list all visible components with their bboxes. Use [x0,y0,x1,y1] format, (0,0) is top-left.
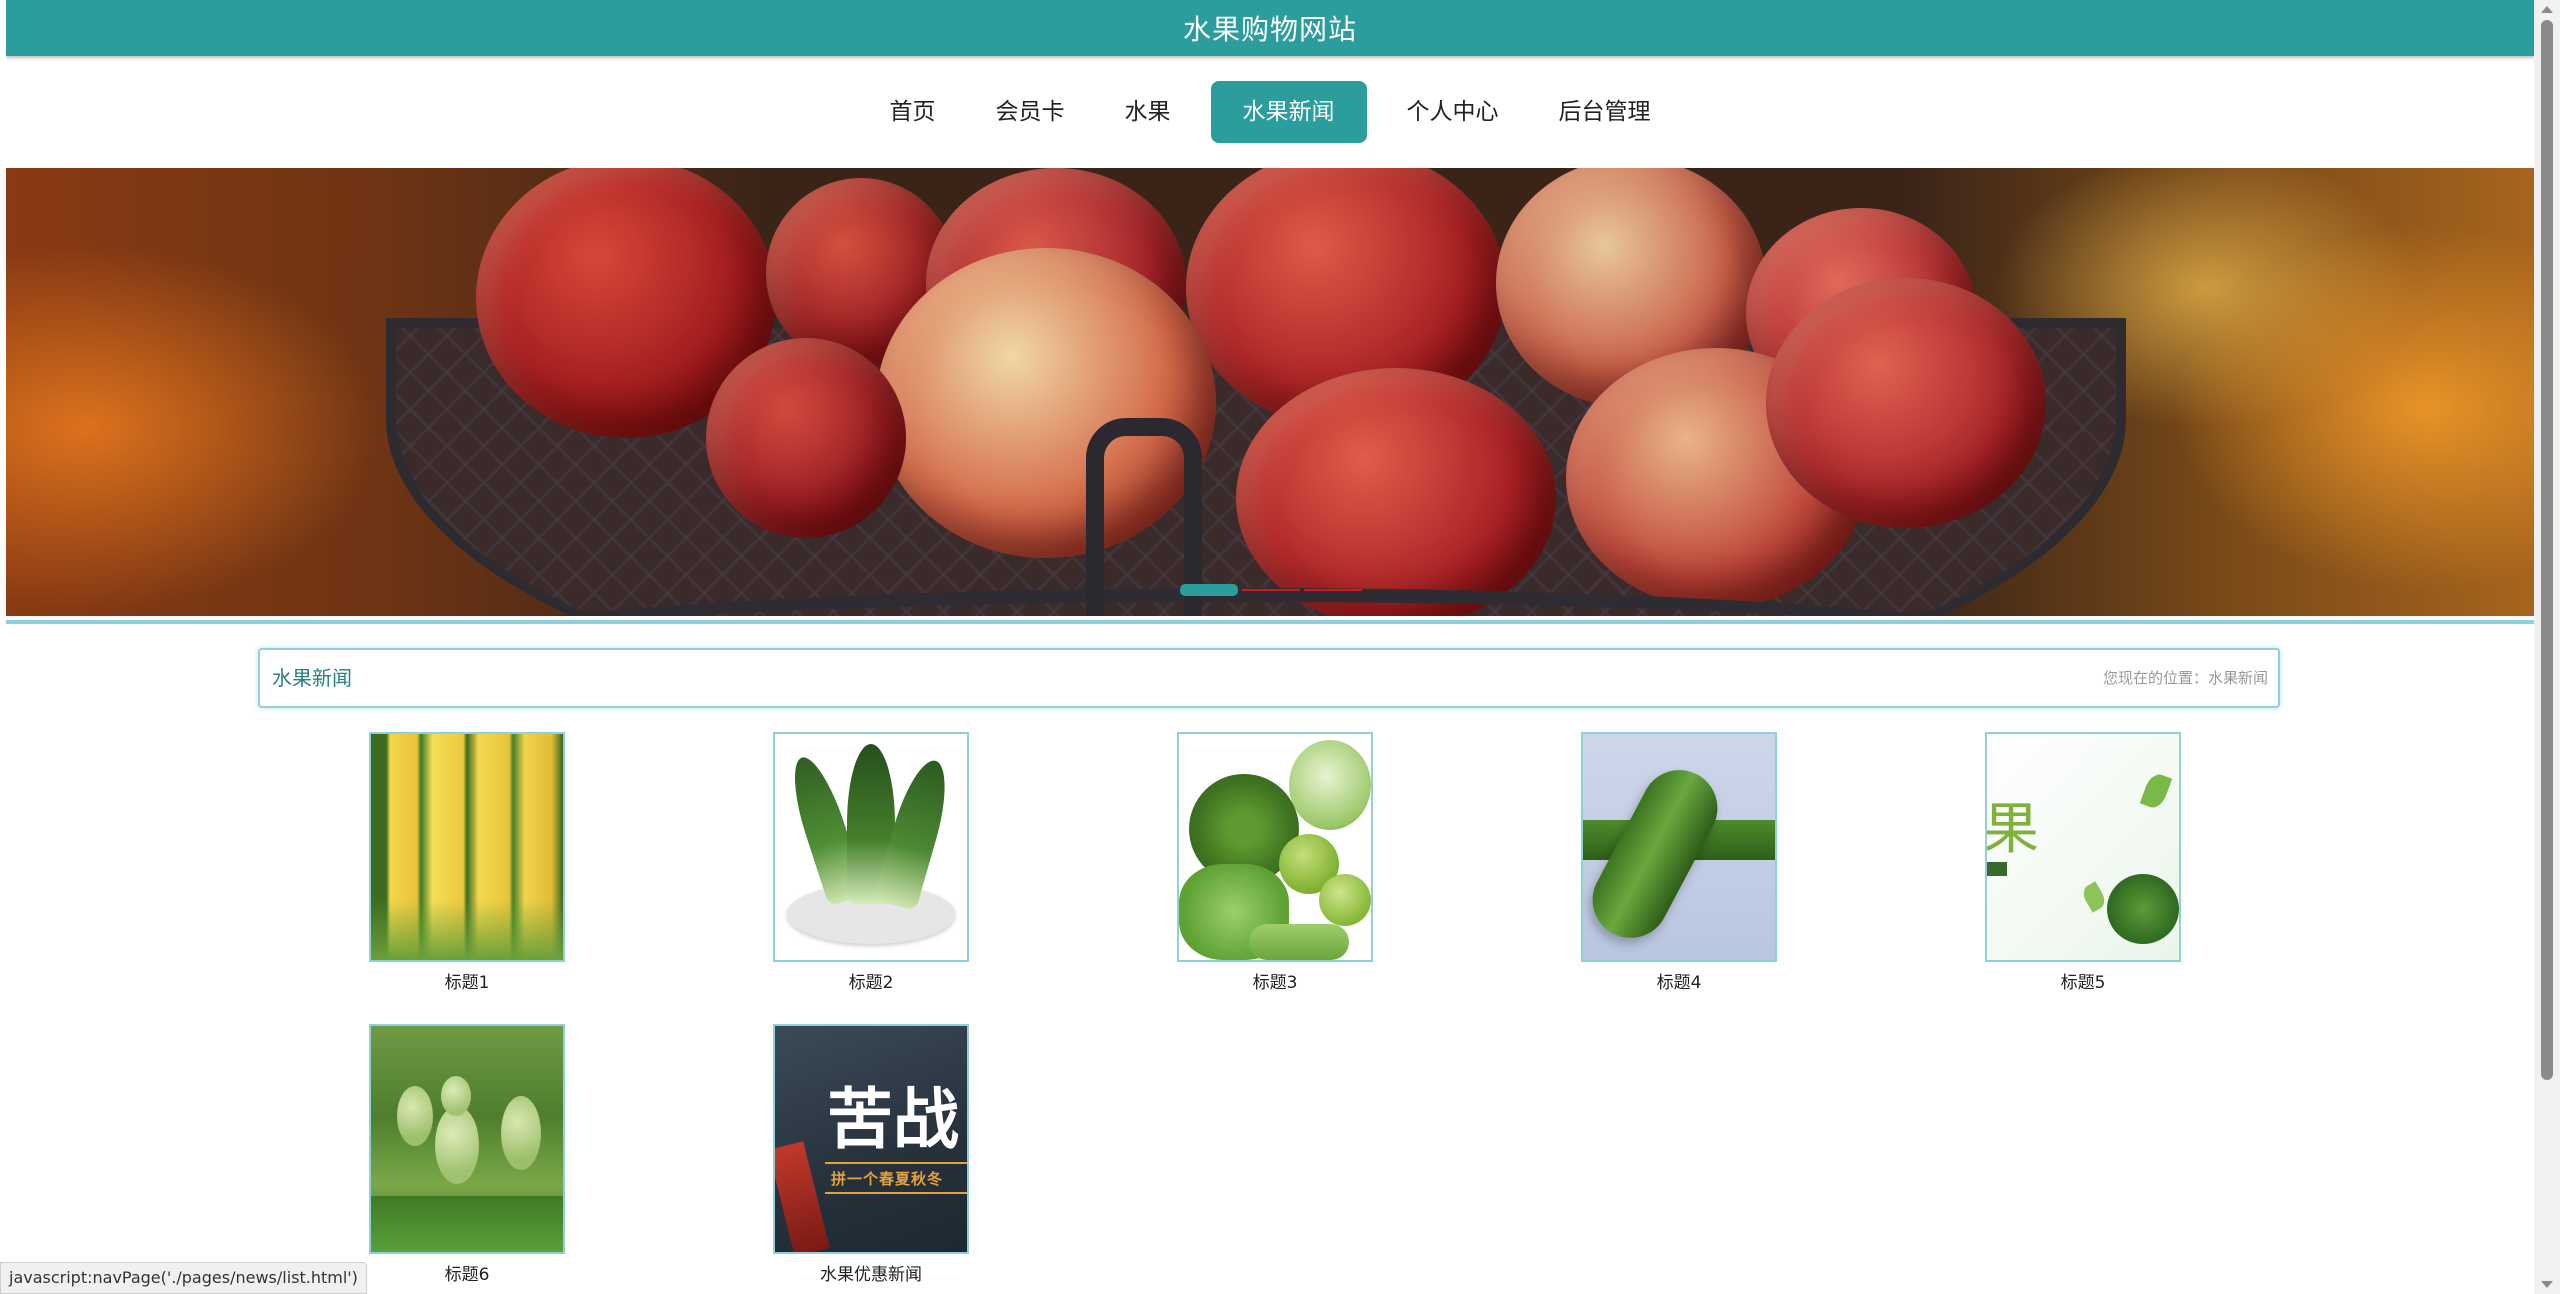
scroll-down-icon[interactable] [2541,1281,2553,1288]
banner-apple [1766,278,2046,528]
news-title[interactable]: 标题2 [773,968,969,993]
poster-character: 果 [1985,797,2039,862]
news-card[interactable]: 苦战 拼一个春夏秋冬 水果优惠新闻 [773,1024,969,1285]
banner-apple [706,338,906,538]
breadcrumb: 您现在的位置：水果新闻 [2102,669,2268,687]
news-card[interactable]: 果 标题5 [1985,732,2181,993]
page-content: 水果购物网站 首页 会员卡 水果 水果新闻 个人中心 后台管理 水果新闻 您现在… [6,0,2534,1294]
news-thumb-corn[interactable] [369,732,565,962]
news-thumb-cucumber[interactable] [1581,732,1777,962]
status-bar-url: javascript:navPage('./pages/news/list.ht… [0,1262,367,1294]
news-card[interactable]: 标题1 [369,732,565,993]
news-thumb-promo-poster[interactable]: 苦战 拼一个春夏秋冬 [773,1024,969,1254]
nav-item-home[interactable]: 首页 [862,81,964,143]
nav-item-fruit-news[interactable]: 水果新闻 [1210,81,1367,143]
news-thumb-green-poster[interactable]: 果 [1985,732,2181,962]
section-header: 水果新闻 您现在的位置：水果新闻 [258,648,2280,708]
carousel-indicators [1180,584,1362,596]
news-thumb-gourds[interactable] [369,1024,565,1254]
news-thumb-bok-choy[interactable] [773,732,969,962]
carousel-dot-3[interactable] [1304,589,1362,591]
site-header: 水果购物网站 [6,0,2534,56]
carousel-dot-2[interactable] [1242,589,1300,591]
news-card[interactable]: 标题3 [1177,732,1373,993]
news-card[interactable]: 标题4 [1581,732,1777,993]
news-thumb-green-vegetables[interactable] [1177,732,1373,962]
nav-item-fruit[interactable]: 水果 [1097,81,1199,143]
news-title[interactable]: 标题6 [369,1260,565,1285]
nav-item-member-card[interactable]: 会员卡 [968,81,1093,143]
banner-apple [1236,368,1556,616]
nav-item-admin[interactable]: 后台管理 [1531,81,1679,143]
news-card[interactable]: 标题2 [773,732,969,993]
news-card[interactable]: 标题6 [369,1024,565,1285]
main-nav: 首页 会员卡 水果 水果新闻 个人中心 后台管理 [6,56,2534,168]
browser-viewport: 水果购物网站 首页 会员卡 水果 水果新闻 个人中心 后台管理 水果新闻 您现在… [0,0,2560,1294]
page-scrollbar[interactable] [2534,0,2560,1294]
site-title: 水果购物网站 [1182,13,1357,46]
news-title[interactable]: 标题5 [1985,968,2181,993]
banner-divider [6,620,2534,624]
banner-carousel[interactable] [6,168,2534,616]
scroll-up-icon[interactable] [2541,6,2553,13]
news-title[interactable]: 水果优惠新闻 [773,1260,969,1285]
nav-item-personal-center[interactable]: 个人中心 [1379,81,1527,143]
poster-headline: 苦战 [827,1080,959,1158]
section-title: 水果新闻 [272,666,352,690]
news-title[interactable]: 标题1 [369,968,565,993]
news-title[interactable]: 标题3 [1177,968,1373,993]
news-title[interactable]: 标题4 [1581,968,1777,993]
carousel-dot-1[interactable] [1180,584,1238,596]
poster-subline: 拼一个春夏秋冬 [831,1170,944,1188]
scrollbar-thumb[interactable] [2541,20,2553,1080]
